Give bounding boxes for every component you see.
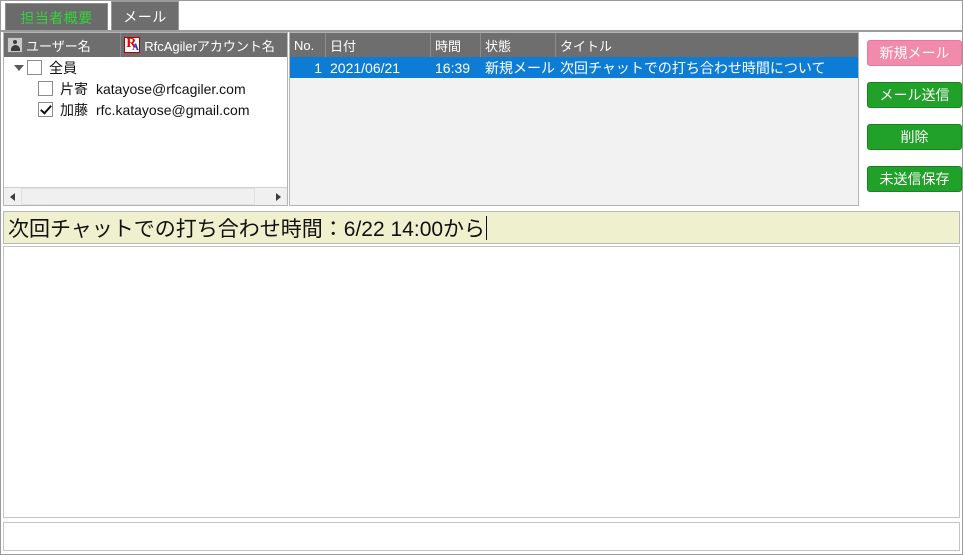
user-name: 加藤 (60, 101, 88, 118)
person-icon (7, 37, 23, 53)
action-button-group: 新規メール メール送信 削除 未送信保存 (867, 32, 962, 206)
checkbox-all[interactable] (27, 60, 42, 75)
cell-title: 次回チャットでの打ち合わせ時間について (560, 59, 826, 76)
column-header-date[interactable]: 日付 (326, 33, 431, 57)
user-tree-panel: ユーザー名 R A RfcAgilerアカウント名 全員 片寄 katayose… (3, 32, 288, 206)
cell-no: 1 (314, 59, 322, 76)
user-tree-header: ユーザー名 R A RfcAgilerアカウント名 (4, 33, 287, 57)
subject-value: 次回チャットでの打ち合わせ時間：6/22 14:00から (8, 217, 486, 241)
user-tree-body: 全員 片寄 katayose@rfcagiler.com 加藤 rfc.kata… (4, 57, 287, 187)
mail-application-window: 担当者概要 メール ユーザー名 R A RfcAgilerアカウント名 全員 片… (0, 0, 963, 555)
button-label: 削除 (900, 129, 929, 145)
column-header-no[interactable]: No. (290, 33, 326, 57)
column-header-title[interactable]: タイトル (556, 33, 858, 57)
checkbox-user[interactable] (38, 102, 53, 117)
tree-item-user[interactable]: 片寄 katayose@rfcagiler.com (4, 78, 287, 99)
upper-region: ユーザー名 R A RfcAgilerアカウント名 全員 片寄 katayose… (1, 32, 962, 208)
delete-button[interactable]: 削除 (867, 124, 962, 150)
status-bar (3, 522, 960, 551)
column-header-time[interactable]: 時間 (431, 33, 481, 57)
table-row[interactable]: 1 2021/06/21 16:39 新規メール 次回チャットでの打ち合わせ時間… (290, 57, 858, 78)
column-header-username[interactable]: ユーザー名 (4, 33, 122, 57)
chevron-down-icon[interactable] (10, 57, 27, 78)
subject-input[interactable]: 次回チャットでの打ち合わせ時間：6/22 14:00から (3, 211, 960, 244)
scroll-right-arrow-icon[interactable] (270, 188, 287, 205)
tab-bar: 担当者概要 メール (1, 1, 962, 32)
button-label: 未送信保存 (879, 171, 950, 187)
user-tree-horizontal-scrollbar[interactable] (4, 187, 287, 205)
mail-list-header: No. 日付 時間 状態 タイトル (290, 33, 858, 57)
text-cursor (486, 215, 488, 240)
save-draft-button[interactable]: 未送信保存 (867, 166, 962, 192)
mail-body-editor[interactable] (3, 246, 960, 518)
tab-label: メール (123, 9, 167, 25)
cell-state: 新規メール (485, 59, 555, 76)
tab-tantousha-gaiyou[interactable]: 担当者概要 (5, 3, 108, 32)
tab-mail[interactable]: メール (111, 1, 179, 32)
column-header-label: ユーザー名 (26, 38, 91, 54)
scrollbar-thumb[interactable] (21, 188, 255, 205)
rfcagiler-logo-icon: R A (124, 36, 141, 53)
logo-letter-a: A (132, 42, 139, 52)
button-label: 新規メール (879, 45, 950, 61)
user-account: rfc.katayose@gmail.com (96, 101, 250, 118)
tree-item-all[interactable]: 全員 (4, 57, 287, 78)
scroll-left-arrow-icon[interactable] (4, 188, 21, 205)
cell-date: 2021/06/21 (330, 59, 401, 76)
send-mail-button[interactable]: メール送信 (867, 82, 962, 108)
new-mail-button[interactable]: 新規メール (867, 40, 962, 66)
user-name: 片寄 (60, 80, 88, 97)
cell-time: 16:39 (435, 59, 471, 76)
column-header-state[interactable]: 状態 (481, 33, 556, 57)
column-header-label: RfcAgilerアカウント名 (144, 38, 275, 54)
checkbox-user[interactable] (38, 81, 53, 96)
mail-list-empty-area[interactable] (290, 78, 858, 205)
user-account: katayose@rfcagiler.com (96, 80, 246, 97)
tree-item-user[interactable]: 加藤 rfc.katayose@gmail.com (4, 99, 287, 120)
column-header-account[interactable]: R A RfcAgilerアカウント名 (121, 33, 287, 57)
button-label: メール送信 (879, 87, 950, 103)
scrollbar-track[interactable] (21, 188, 270, 205)
tab-label: 担当者概要 (20, 10, 93, 26)
mail-list-panel: No. 日付 時間 状態 タイトル 1 2021/06/21 16:39 新規メ… (289, 32, 859, 206)
tree-item-label: 全員 (49, 59, 77, 76)
